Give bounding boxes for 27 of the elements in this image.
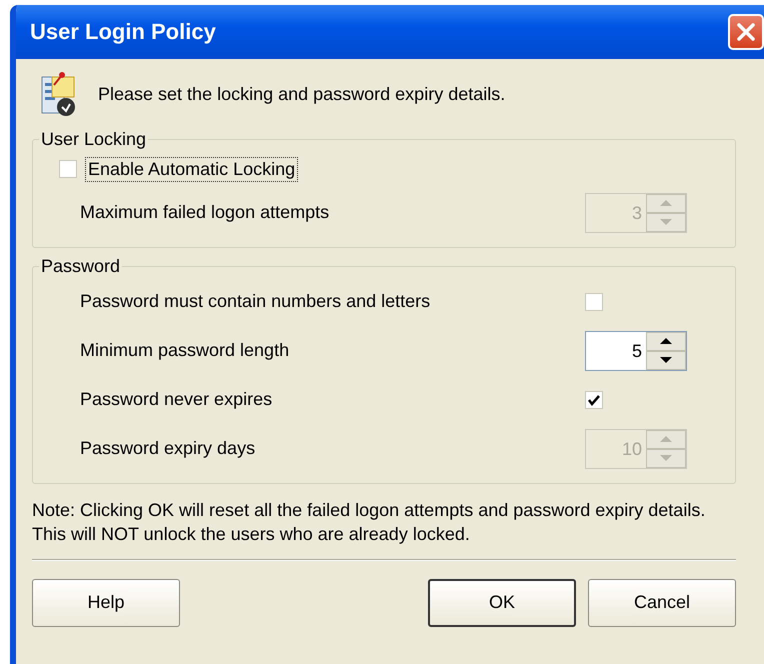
option-label: Password never expires [79, 389, 274, 410]
group-title: Password [40, 256, 122, 277]
up-arrow-icon [659, 337, 673, 345]
dialog-button[interactable]: Cancel [588, 578, 736, 627]
option-label: Password must contain numbers and letters [79, 291, 432, 312]
checkbox[interactable] [59, 160, 77, 178]
close-icon [735, 21, 757, 43]
up-arrow-icon [659, 435, 673, 443]
close-button[interactable] [728, 14, 764, 50]
instruction-text: Please set the locking and password expiry details. [98, 84, 506, 104]
policy-icon [40, 71, 76, 117]
option-label: Password expiry days [79, 438, 256, 459]
down-arrow-icon [659, 356, 673, 364]
note-text: Note: Clicking OK will reset all the failed logon attempts and password expiry details. This will NOT unlock the users who are already locked. [32, 499, 706, 546]
group-title: User Locking [40, 129, 148, 150]
option-label: Maximum failed logon attempts [79, 202, 330, 223]
number-spinner[interactable]: 5 [585, 330, 687, 370]
option-label: Minimum password length [79, 340, 290, 361]
up-arrow-icon [659, 199, 673, 207]
checkbox[interactable] [585, 292, 603, 310]
window-title: User Login Policy [29, 19, 216, 45]
dialog-button[interactable]: OK [428, 578, 576, 627]
dialog-button[interactable]: Help [32, 578, 180, 627]
down-arrow-icon [659, 218, 673, 226]
checkbox[interactable] [585, 390, 603, 408]
down-arrow-icon [659, 454, 673, 462]
checkbox-label[interactable]: Enable Automatic Locking [85, 156, 298, 182]
